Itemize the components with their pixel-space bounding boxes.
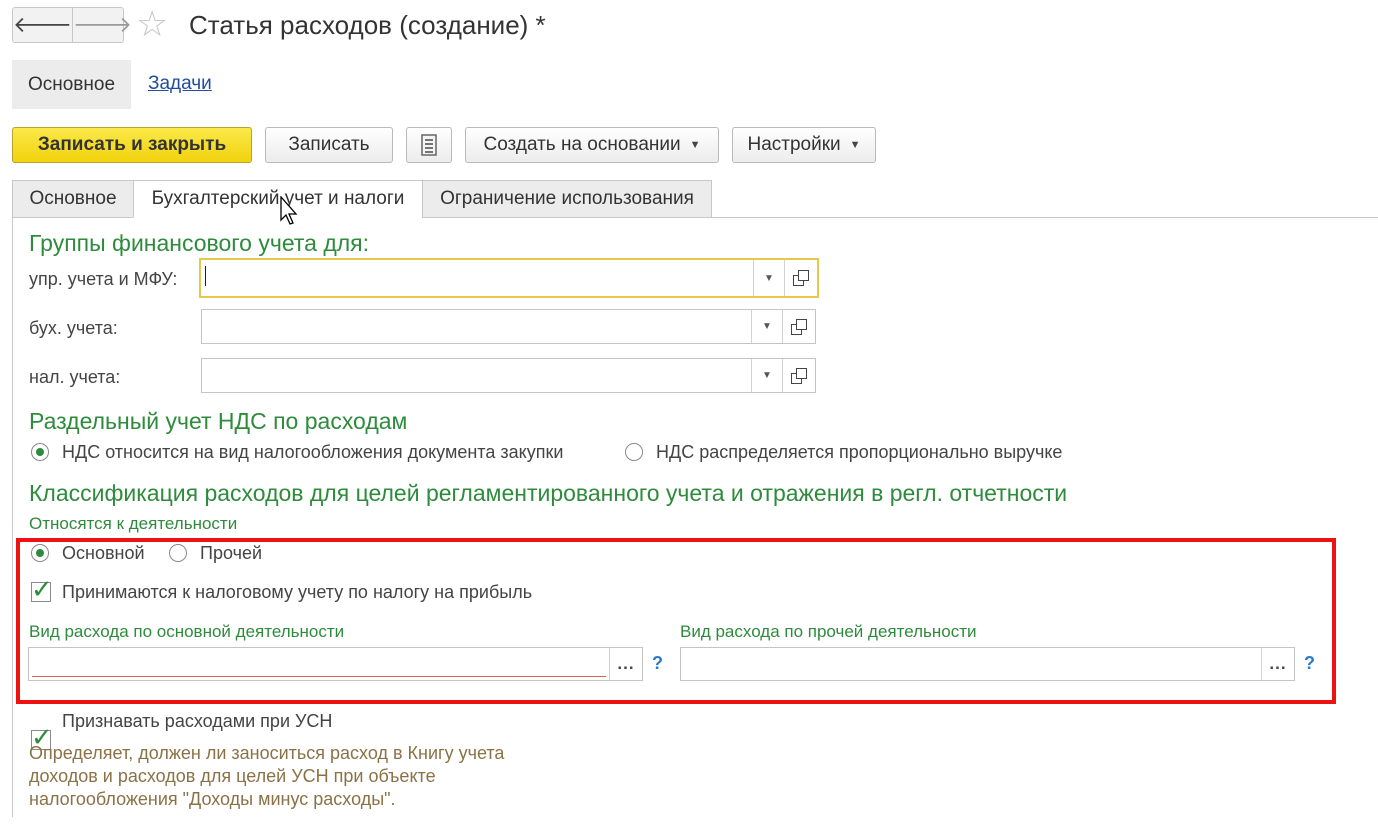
- usn-note-line1: Определяет, должен ли заноситься расход …: [29, 743, 505, 763]
- create-based-on-label: Создать на основании: [483, 134, 681, 155]
- mgmt-accounting-field[interactable]: ▼: [199, 258, 819, 298]
- vat-header: Раздельный учет НДС по расходам: [29, 408, 408, 434]
- caret-down-icon: ▼: [849, 139, 861, 151]
- activity-label: Относятся к деятельности: [29, 514, 238, 533]
- tab-pane-border: [12, 217, 13, 817]
- dropdown-arrow-icon[interactable]: ▼: [751, 359, 782, 392]
- usn-note-line2: доходов и расходов для целей УСН при объ…: [29, 766, 436, 786]
- profit-tax-checkbox[interactable]: ✓: [31, 575, 53, 603]
- tab-accounting-taxes[interactable]: Бухгалтерский учет и налоги: [133, 180, 423, 218]
- mgmt-accounting-input[interactable]: [201, 260, 753, 296]
- open-icon[interactable]: [782, 359, 815, 392]
- mouse-pointer-icon: [280, 196, 298, 225]
- document-list-button[interactable]: [406, 127, 452, 163]
- vat-option2-radio[interactable]: [625, 443, 643, 461]
- open-icon[interactable]: [782, 310, 815, 343]
- usn-note-line3: налогообложения "Доходы минус расходы".: [29, 789, 396, 809]
- accounting-input[interactable]: [202, 310, 751, 343]
- history-nav: 🡐 🡒: [12, 7, 132, 43]
- tab-main[interactable]: Основное: [12, 180, 134, 218]
- vat-option1-label[interactable]: НДС относится на вид налогообложения док…: [62, 441, 563, 463]
- accounting-label: бух. учета:: [29, 318, 118, 338]
- main-expense-input[interactable]: [32, 648, 606, 677]
- settings-label: Настройки: [747, 134, 841, 155]
- create-based-on-button[interactable]: Создать на основании ▼: [465, 127, 719, 163]
- text-cursor: [205, 266, 206, 286]
- profit-tax-label[interactable]: Принимаются к налоговому учету по налогу…: [62, 581, 532, 603]
- fin-groups-header: Группы финансового учета для:: [29, 230, 370, 256]
- tax-accounting-label: нал. учета:: [29, 367, 121, 387]
- classification-header: Классификация расходов для целей регламе…: [29, 480, 1068, 506]
- other-expense-input[interactable]: [681, 648, 1261, 680]
- usn-label[interactable]: Признавать расходами при УСН: [62, 710, 332, 732]
- accounting-field[interactable]: ▼: [201, 309, 816, 344]
- star-icon[interactable]: ☆: [136, 4, 168, 44]
- save-and-close-button[interactable]: Записать и закрыть: [12, 127, 252, 163]
- vat-option1-radio[interactable]: [31, 443, 49, 461]
- activity-main-radio[interactable]: [31, 544, 49, 562]
- arrow-right-icon[interactable]: 🡒: [72, 8, 132, 42]
- activity-other-label[interactable]: Прочей: [200, 542, 262, 564]
- main-expense-label: Вид расхода по основной деятельности: [29, 622, 345, 641]
- help-icon[interactable]: ?: [652, 653, 663, 674]
- document-list-icon: [421, 134, 437, 156]
- dropdown-arrow-icon[interactable]: ▼: [751, 310, 782, 343]
- select-button[interactable]: ...: [1261, 648, 1294, 680]
- window-title: Статья расходов (создание) *: [189, 10, 546, 40]
- settings-button[interactable]: Настройки ▼: [732, 127, 876, 163]
- save-button[interactable]: Записать: [265, 127, 393, 163]
- other-expense-field[interactable]: ...: [680, 647, 1295, 681]
- caret-down-icon: ▼: [689, 139, 701, 151]
- arrow-left-icon[interactable]: 🡐: [13, 8, 72, 42]
- select-button[interactable]: ...: [609, 648, 642, 680]
- help-icon[interactable]: ?: [1304, 653, 1315, 674]
- main-expense-field[interactable]: ...: [28, 647, 643, 681]
- nav-main[interactable]: Основное: [12, 60, 131, 109]
- tax-accounting-field[interactable]: ▼: [201, 358, 816, 393]
- dropdown-arrow-icon[interactable]: ▼: [753, 260, 784, 296]
- activity-other-radio[interactable]: [169, 544, 187, 562]
- vat-option2-label[interactable]: НДС распределяется пропорционально выруч…: [656, 441, 1062, 463]
- mgmt-accounting-label: упр. учета и МФУ:: [29, 269, 178, 289]
- tax-accounting-input[interactable]: [202, 359, 751, 392]
- nav-tasks-link[interactable]: Задачи: [148, 72, 212, 96]
- activity-main-label[interactable]: Основной: [62, 542, 145, 564]
- other-expense-label: Вид расхода по прочей деятельности: [680, 622, 977, 641]
- tab-usage-restriction[interactable]: Ограничение использования: [422, 180, 712, 218]
- open-icon[interactable]: [784, 260, 817, 296]
